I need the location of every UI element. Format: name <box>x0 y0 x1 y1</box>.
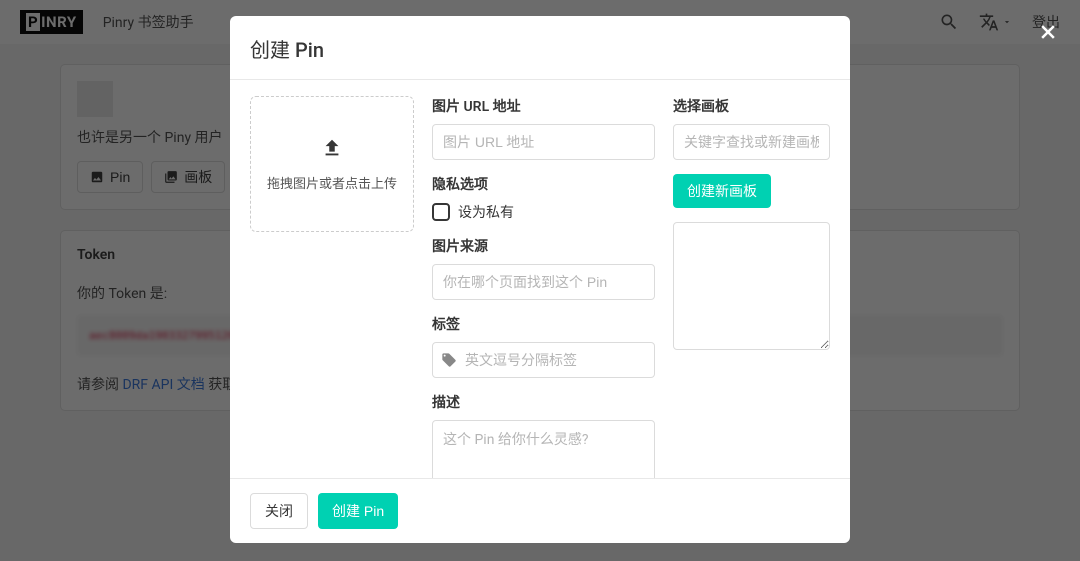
board-search-input[interactable] <box>673 124 830 160</box>
tags-label: 标签 <box>432 314 655 334</box>
dropzone-label: 拖拽图片或者点击上传 <box>267 173 397 192</box>
modal-title: 创建 Pin <box>250 34 830 63</box>
description-textarea[interactable] <box>432 420 655 478</box>
modal-header: 创建 Pin <box>230 16 850 80</box>
tag-input-wrap[interactable] <box>432 342 655 378</box>
modal-body: 拖拽图片或者点击上传 图片 URL 地址 隐私选项 设为私有 <box>230 80 850 478</box>
modal-close-x[interactable] <box>1036 20 1060 44</box>
tag-icon <box>441 352 457 368</box>
create-board-button[interactable]: 创建新画板 <box>673 174 771 208</box>
image-url-input[interactable] <box>432 124 655 160</box>
create-pin-button[interactable]: 创建 Pin <box>318 493 398 529</box>
modal-footer: 关闭 创建 Pin <box>230 478 850 543</box>
image-url-label: 图片 URL 地址 <box>432 96 655 116</box>
upload-dropzone[interactable]: 拖拽图片或者点击上传 <box>250 96 414 232</box>
board-label: 选择画板 <box>673 96 830 116</box>
close-icon <box>1038 22 1058 42</box>
privacy-label: 隐私选项 <box>432 174 655 194</box>
create-pin-modal: 创建 Pin 拖拽图片或者点击上传 图片 URL 地址 隐私选项 <box>230 16 850 543</box>
tags-input[interactable] <box>465 352 646 368</box>
private-checkbox-label: 设为私有 <box>458 202 514 222</box>
close-button[interactable]: 关闭 <box>250 493 308 529</box>
board-select-area[interactable] <box>673 222 830 350</box>
referer-label: 图片来源 <box>432 236 655 256</box>
description-label: 描述 <box>432 392 655 412</box>
private-checkbox[interactable] <box>432 203 450 221</box>
referer-input[interactable] <box>432 264 655 300</box>
upload-icon <box>321 137 343 159</box>
